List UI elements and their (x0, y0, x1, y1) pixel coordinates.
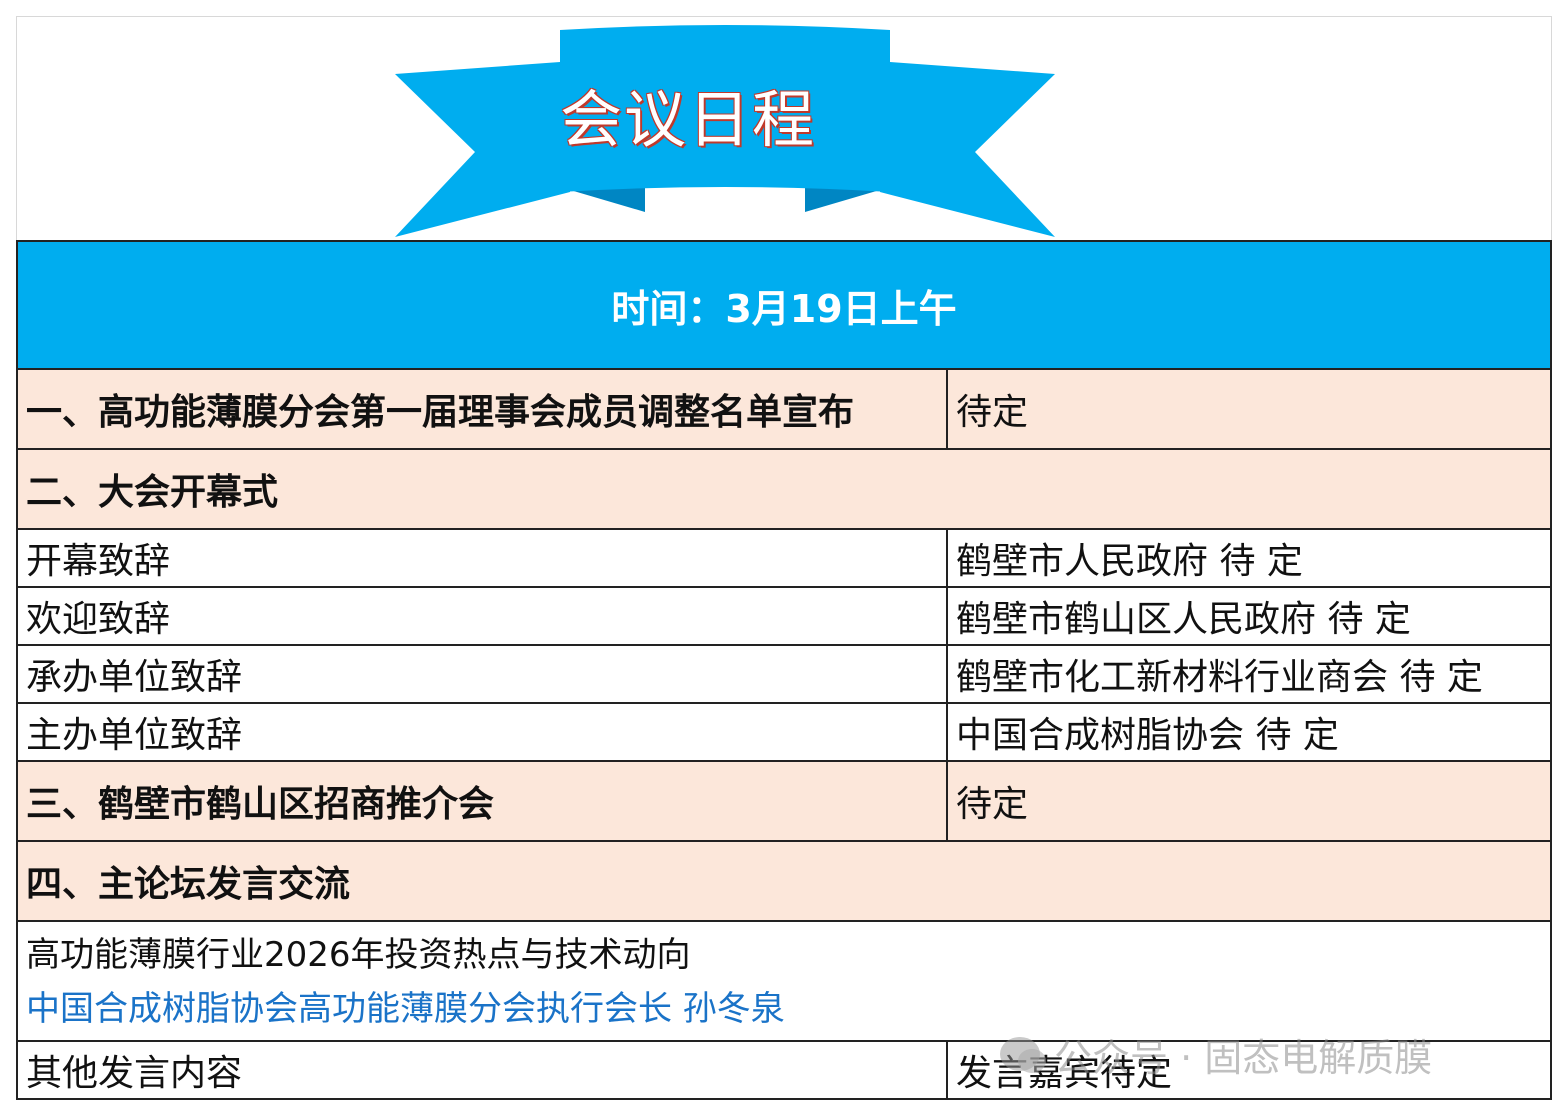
section-status: 待定 (956, 784, 1029, 825)
agenda-item: 承办单位致辞 鹤壁市化工新材料行业商会 待 定 (16, 646, 1552, 704)
section-title: 二、大会开幕式 (26, 472, 279, 513)
section-status: 待定 (956, 392, 1029, 433)
section-row: 二、大会开幕式 (16, 450, 1552, 530)
schedule-table: 时间：3月19日上午 一、高功能薄膜分会第一届理事会成员调整名单宣布 待定 二、… (16, 240, 1552, 1100)
agenda-item-title: 主办单位致辞 (18, 704, 948, 760)
section-title: 三、鹤壁市鹤山区招商推介会 (18, 762, 948, 840)
session-time-row: 时间：3月19日上午 (16, 242, 1552, 370)
section-title: 四、主论坛发言交流 (26, 864, 351, 905)
agenda-item-title: 开幕致辞 (18, 530, 948, 586)
agenda-item-speaker: 鹤壁市鹤山区人民政府 待 定 (956, 599, 1411, 640)
watermark-text: 公众号 · 固态电解质膜 (1054, 1035, 1433, 1080)
agenda-item: 欢迎致辞 鹤壁市鹤山区人民政府 待 定 (16, 588, 1552, 646)
agenda-item-title: 欢迎致辞 (18, 588, 948, 644)
section-row: 一、高功能薄膜分会第一届理事会成员调整名单宣布 待定 (16, 370, 1552, 450)
agenda-item: 开幕致辞 鹤壁市人民政府 待 定 (16, 530, 1552, 588)
other-talks-title: 其他发言内容 (18, 1042, 948, 1098)
wechat-icon (1000, 1037, 1046, 1073)
agenda-item-speaker: 中国合成树脂协会 待 定 (956, 715, 1339, 756)
agenda-item: 主办单位致辞 中国合成树脂协会 待 定 (16, 704, 1552, 762)
agenda-item-speaker: 鹤壁市化工新材料行业商会 待 定 (956, 657, 1483, 698)
watermark: 公众号 · 固态电解质膜 (1000, 1024, 1432, 1084)
banner-title: 会议日程 (560, 83, 817, 156)
agenda-item-speaker: 鹤壁市人民政府 待 定 (956, 541, 1303, 582)
section-row: 三、鹤壁市鹤山区招商推介会 待定 (16, 762, 1552, 842)
section-title: 一、高功能薄膜分会第一届理事会成员调整名单宣布 (18, 370, 948, 448)
talk-topic: 高功能薄膜行业2026年投资热点与技术动向 (26, 935, 691, 975)
session-time: 时间：3月19日上午 (611, 286, 957, 331)
section-row: 四、主论坛发言交流 (16, 842, 1552, 922)
agenda-item-title: 承办单位致辞 (18, 646, 948, 702)
